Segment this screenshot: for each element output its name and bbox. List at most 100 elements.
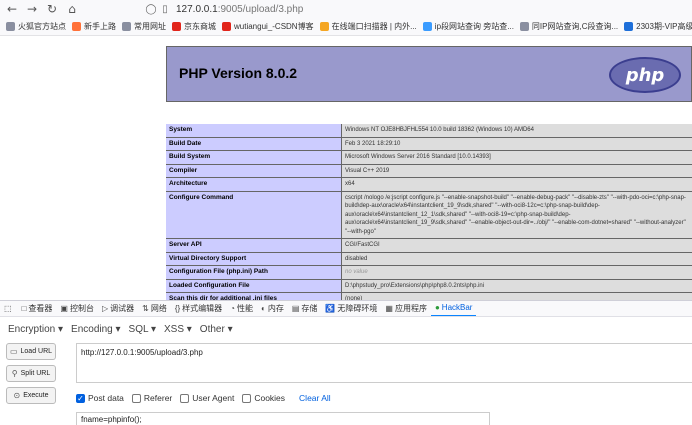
info-row: Configure Command cscript /nologo /e:jscr… — [166, 191, 692, 239]
devtools-tab-icon: ◔ — [230, 304, 236, 313]
bookmark-favicon-icon — [519, 22, 529, 31]
clear-all-link[interactable]: Clear All — [299, 393, 331, 403]
post-data-checkbox[interactable]: ✓ — [76, 393, 85, 403]
info-value: Windows NT OJE8HBJFHL554 10.0 build 1836… — [342, 124, 692, 137]
devtools-tab[interactable]: ⇅ 网络 — [138, 301, 171, 316]
user-agent-checkbox[interactable] — [180, 393, 190, 403]
page-title: PHP Version 8.0.2 — [179, 65, 298, 81]
referer-checkbox[interactable] — [131, 393, 141, 403]
bookmark-label: 新手上路 — [84, 22, 116, 31]
info-key: Configuration File (php.ini) Path — [166, 266, 342, 279]
info-row: Build Date Feb 3 2021 18:29:10 — [166, 137, 692, 151]
info-row: Build System Microsoft Windows Server 201… — [166, 151, 692, 165]
bookmark-favicon-icon — [319, 22, 329, 31]
devtools-tab-icon: {} — [174, 304, 181, 313]
url-textarea[interactable]: http://127.0.0.1:9005/upload/3.php — [76, 343, 692, 383]
bookmark-item[interactable]: 在线端口扫描器 | 内外... — [319, 21, 417, 32]
bookmark-item[interactable]: 2303期-VIP高级课程... — [624, 21, 692, 32]
devtools-tab-label: 网络 — [150, 304, 167, 313]
devtools-tab[interactable]: ● HackBar — [430, 301, 477, 316]
load-url-icon: ▭ — [9, 347, 18, 356]
shield-icon[interactable]: ◯ — [144, 2, 158, 16]
bookmark-favicon-icon — [422, 22, 432, 31]
bookmark-item[interactable]: 同IP网站查询,C段查询... — [519, 21, 619, 32]
devtools-tab-icon: ▣ — [60, 304, 68, 313]
bookmark-item[interactable]: 常用网址 — [122, 21, 166, 32]
reload-icon[interactable]: ↻ — [44, 1, 60, 17]
bookmark-label: 火狐官方站点 — [18, 22, 66, 31]
info-key: Virtual Directory Support — [166, 252, 342, 265]
devtools-tab[interactable]: {} 样式编辑器 — [171, 301, 226, 316]
hackbar-actions: ▭ Load URL ⚲ Split URL ⊙ Execute — [6, 343, 56, 409]
devtools-tab-label: 存储 — [301, 304, 318, 313]
hackbar-menu-item[interactable]: Encoding ▾ — [71, 324, 121, 335]
execute-label: Execute — [23, 392, 49, 399]
page-icon: ▯ — [162, 3, 168, 15]
info-value: D:\phpstudy_pro\Extensions\php\php8.0.2n… — [342, 279, 692, 292]
hackbar-menu-item[interactable]: Encryption ▾ — [8, 324, 63, 335]
load-url-button[interactable]: ▭ Load URL — [6, 343, 56, 360]
devtools-tab[interactable]: □ 查看器 — [18, 301, 57, 316]
bookmark-favicon-icon — [172, 22, 181, 31]
user-agent-option[interactable]: User Agent — [180, 393, 234, 403]
bookmark-item[interactable]: ip段网站查询 旁站查... — [422, 21, 514, 32]
devtools-tab[interactable]: ◐ 内存 — [257, 301, 288, 316]
devtools-tab-icon: □ — [21, 304, 27, 313]
info-row: Server API CGI/FastCGI — [166, 239, 692, 253]
php-header: PHP Version 8.0.2 php — [166, 46, 692, 102]
devtools-tab-label: 无障碍环境 — [337, 304, 378, 313]
bookmark-item[interactable]: wutiangui_-CSDN博客 — [222, 21, 314, 32]
devtools-panel: ⬚ □ 查看器 ▣ 控制台 ▷ 调试器 ⇅ 网络{} 样式编辑器 ◔ 性能 ◐ 内存 ▤ 存储 ♿ 无障碍环境 ▦… — [0, 300, 692, 425]
cookies-option[interactable]: Cookies — [242, 393, 285, 403]
devtools-tab-label: 样式编辑器 — [182, 304, 223, 313]
back-icon[interactable]: ← — [4, 1, 20, 17]
info-value: x64 — [342, 178, 692, 191]
cookies-checkbox[interactable] — [242, 393, 252, 403]
devtools-tab[interactable]: ◔ 性能 — [226, 301, 257, 316]
bookmark-item[interactable]: 京东商城 — [172, 21, 216, 32]
split-url-button[interactable]: ⚲ Split URL — [6, 365, 56, 382]
url-text[interactable]: 127.0.0.1:9005/upload/3.php — [176, 4, 303, 15]
home-icon[interactable]: ⌂ — [64, 1, 80, 17]
bookmark-favicon-icon — [122, 22, 131, 31]
devtools-tab-label: 性能 — [237, 304, 254, 313]
execute-button[interactable]: ⊙ Execute — [6, 387, 56, 404]
bookmark-favicon-icon — [72, 22, 81, 31]
hackbar-menu-item[interactable]: SQL ▾ — [129, 324, 156, 335]
bookmark-label: 同IP网站查询,C段查询... — [531, 22, 619, 31]
bookmark-label: 2303期-VIP高级课程... — [636, 22, 692, 31]
devtools-tabs: ⬚ □ 查看器 ▣ 控制台 ▷ 调试器 ⇅ 网络{} 样式编辑器 ◔ 性能 ◐ 内存 ▤ 存储 ♿ 无障碍环境 ▦… — [0, 301, 692, 317]
hackbar-menu-item[interactable]: XSS ▾ — [164, 324, 192, 335]
bookmark-label: 京东商城 — [184, 22, 216, 31]
referer-option[interactable]: Referer — [131, 393, 172, 403]
devtools-tab[interactable]: ▷ 调试器 — [98, 301, 138, 316]
url-path: :9005/upload/3.php — [217, 3, 304, 15]
bookmark-item[interactable]: 新手上路 — [72, 21, 116, 32]
devtools-tab[interactable]: ▤ 存储 — [288, 301, 322, 316]
devtools-tab-label: 应用程序 — [394, 304, 427, 313]
info-key: Configure Command — [166, 191, 342, 238]
bookmark-label: 常用网址 — [134, 22, 166, 31]
execute-icon: ⊙ — [13, 391, 21, 400]
bookmark-label: 在线端口扫描器 | 内外... — [331, 22, 417, 31]
forward-icon[interactable]: → — [24, 1, 40, 17]
devtools-tab-label: 内存 — [267, 304, 284, 313]
hackbar-menu-item[interactable]: Other ▾ — [200, 324, 233, 335]
info-value: disabled — [342, 252, 692, 265]
devtools-tab[interactable]: ▦ 应用程序 — [381, 301, 431, 316]
devtools-tab-label: 查看器 — [28, 304, 53, 313]
bookmark-favicon-icon — [222, 22, 231, 31]
info-value: no value — [342, 266, 692, 279]
bookmark-label: wutiangui_-CSDN博客 — [234, 22, 314, 31]
bookmark-item[interactable]: 火狐官方站点 — [6, 21, 66, 32]
post-data-textarea[interactable]: fname=phpinfo(); — [76, 412, 490, 425]
post-data-option[interactable]: ✓ Post data — [76, 393, 124, 403]
address-bar[interactable]: ◯ ▯ 127.0.0.1:9005/upload/3.php — [144, 1, 692, 17]
devtools-tab[interactable]: ♿ 无障碍环境 — [321, 301, 381, 316]
pick-element-icon[interactable]: ⬚ — [0, 301, 18, 316]
url-host: 127.0.0.1 — [176, 3, 218, 15]
devtools-tab[interactable]: ▣ 控制台 — [56, 301, 98, 316]
info-key: Build System — [166, 151, 342, 164]
devtools-tab-icon: ● — [434, 303, 440, 312]
devtools-tab-icon: ▷ — [101, 304, 109, 313]
